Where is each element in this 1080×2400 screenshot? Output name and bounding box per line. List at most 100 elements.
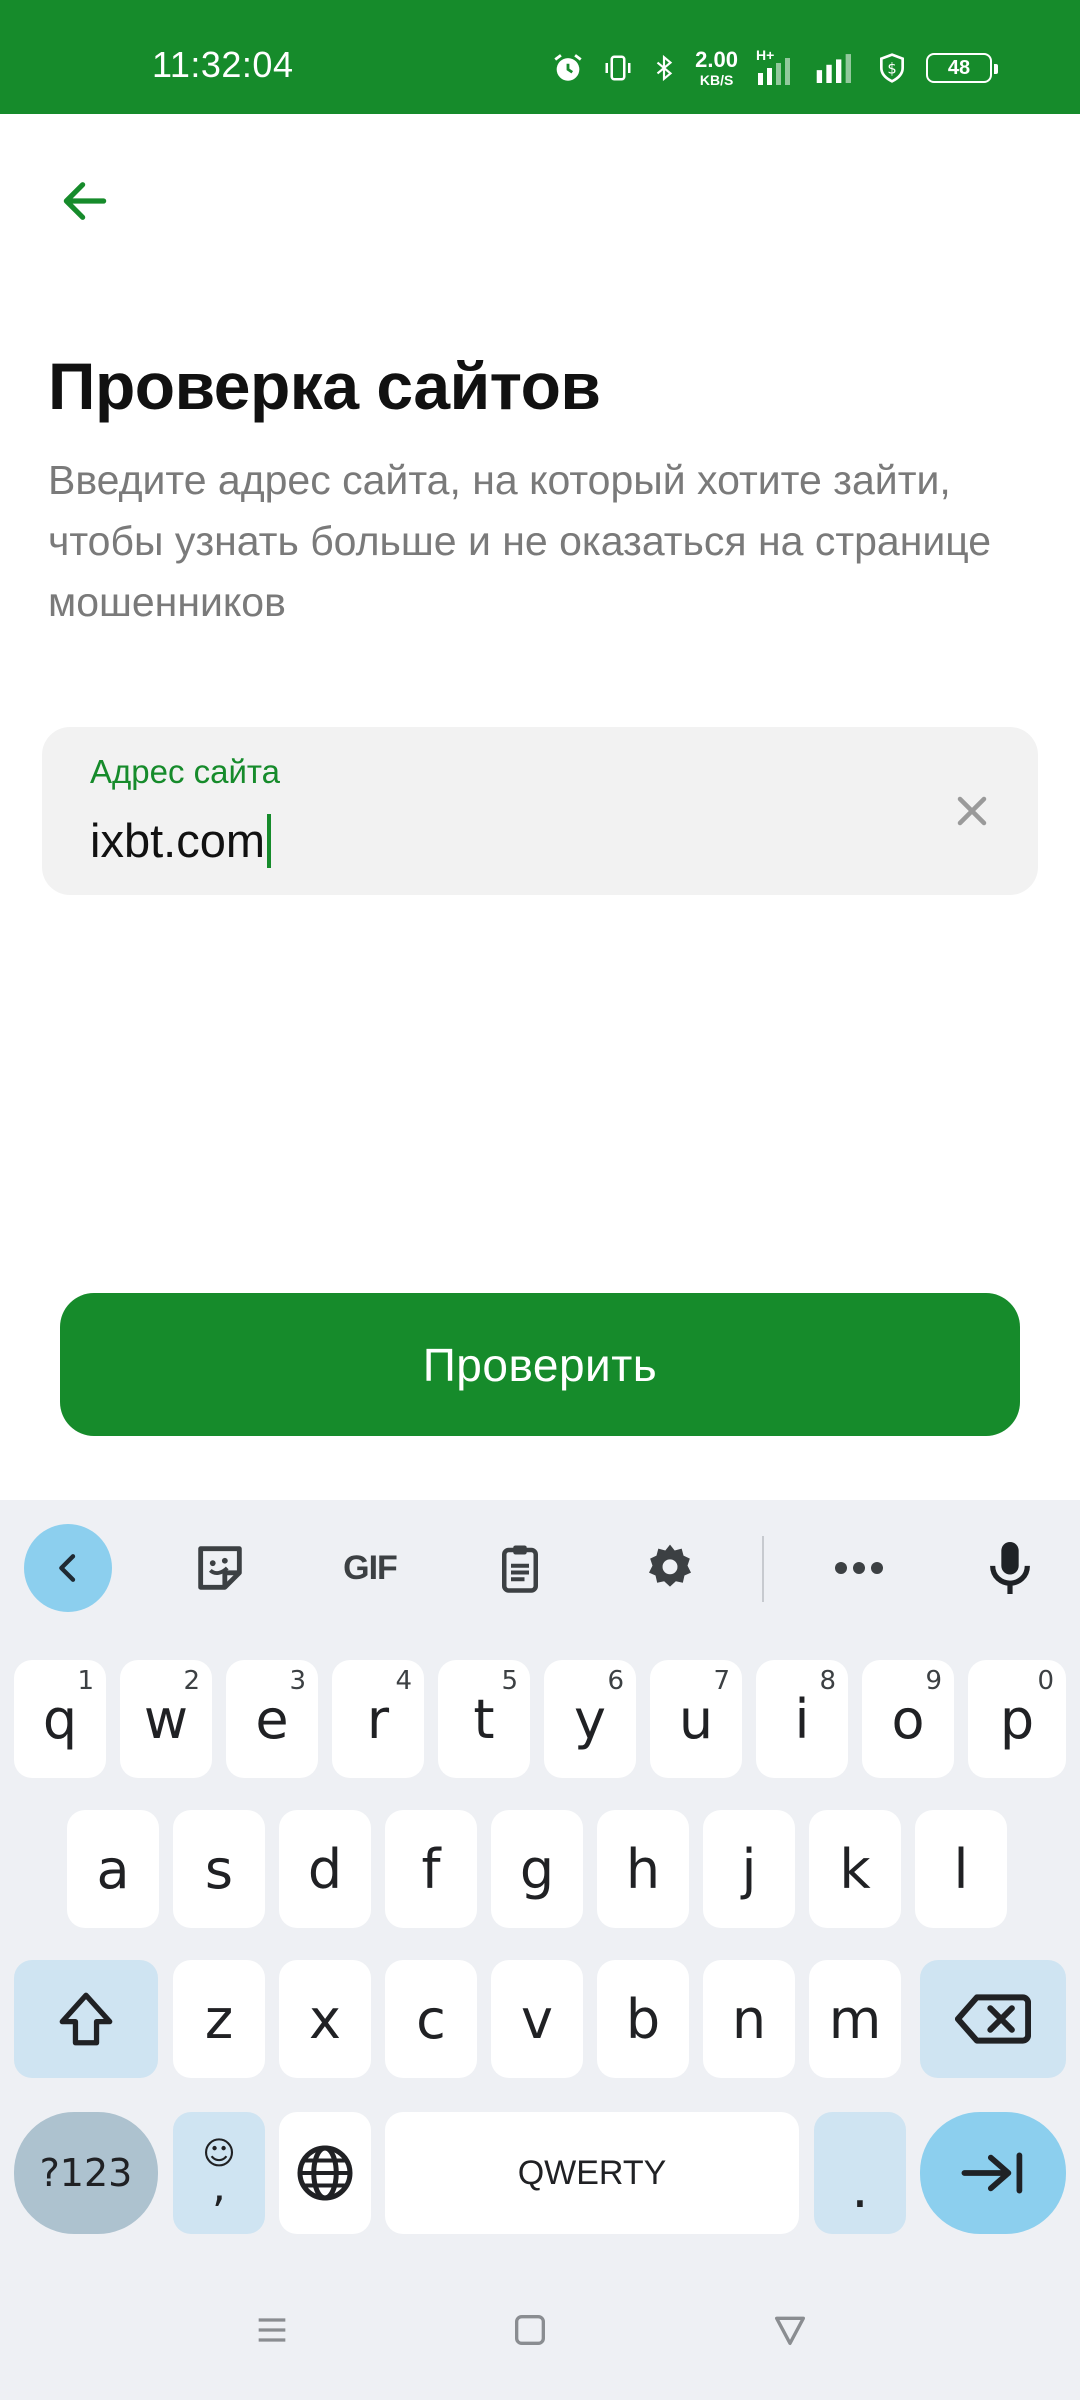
key-w[interactable]: w2 (120, 1660, 212, 1778)
key-l[interactable]: l (915, 1810, 1007, 1928)
microphone-icon (990, 1542, 1030, 1594)
key-i[interactable]: i8 (756, 1660, 848, 1778)
key-hint: 5 (501, 1666, 518, 1696)
key-k[interactable]: k (809, 1810, 901, 1928)
key-label: w (143, 1687, 189, 1751)
triangle-back-icon (775, 2316, 805, 2345)
toolbar-divider (762, 1536, 764, 1602)
status-bar: 11:32:04 2.00 KB/S H+ $ 48 (0, 0, 1080, 114)
network-speed-unit: KB/S (699, 72, 734, 88)
key-v[interactable]: v (491, 1960, 583, 2078)
gif-button[interactable]: GIF (326, 1524, 414, 1612)
period-key[interactable]: . (814, 2112, 906, 2234)
bluetooth-icon (656, 54, 673, 82)
key-b[interactable]: b (597, 1960, 689, 2078)
key-label: o (891, 1687, 925, 1751)
key-c[interactable]: c (385, 1960, 477, 2078)
sticker-button[interactable] (176, 1524, 264, 1612)
emoji-comma-key[interactable]: ☺ , (173, 2112, 265, 2234)
backspace-key[interactable] (920, 1960, 1066, 2078)
page-title: Проверка сайтов (48, 349, 601, 423)
key-u[interactable]: u7 (650, 1660, 742, 1778)
signal-2-icon (816, 54, 851, 83)
home-nav-button[interactable] (500, 2300, 560, 2360)
key-hint: 8 (819, 1666, 836, 1696)
signal-icon (758, 58, 790, 85)
tab-arrow-icon (961, 2152, 1023, 2194)
key-label: u (678, 1687, 714, 1751)
shield-dollar-icon: $ (880, 53, 904, 83)
vibrate-icon (605, 55, 631, 81)
square-icon (515, 2315, 545, 2345)
gif-label: GIF (343, 1548, 398, 1587)
close-icon (957, 796, 987, 826)
status-time: 11:32:04 (152, 44, 294, 85)
key-y[interactable]: y6 (544, 1660, 636, 1778)
address-field[interactable]: Адрес сайта ixbt.com (42, 727, 1038, 895)
globe-icon (297, 2145, 353, 2201)
signal-1: H+ (756, 47, 796, 85)
key-g[interactable]: g (491, 1810, 583, 1928)
key-e[interactable]: e3 (226, 1660, 318, 1778)
comma-label: , (212, 2161, 226, 2212)
clear-button[interactable] (946, 785, 998, 837)
language-key[interactable] (279, 2112, 371, 2234)
key-label: y (574, 1687, 606, 1751)
gear-icon (649, 1544, 691, 1587)
key-r[interactable]: r4 (332, 1660, 424, 1778)
key-hint: 7 (713, 1666, 730, 1696)
key-label: e (255, 1687, 289, 1751)
space-key[interactable]: QWERTY (385, 2112, 799, 2234)
clipboard-button[interactable] (476, 1524, 564, 1612)
key-d[interactable]: d (279, 1810, 371, 1928)
key-hint: 3 (289, 1666, 306, 1696)
key-p[interactable]: p0 (968, 1660, 1066, 1778)
key-a[interactable]: a (67, 1810, 159, 1928)
svg-text:$: $ (887, 60, 896, 77)
key-j[interactable]: j (703, 1810, 795, 1928)
shift-icon (59, 1992, 113, 2046)
address-input[interactable]: ixbt.com (90, 813, 271, 868)
key-f[interactable]: f (385, 1810, 477, 1928)
key-label: i (794, 1687, 810, 1751)
more-button[interactable] (815, 1524, 903, 1612)
key-o[interactable]: o9 (862, 1660, 954, 1778)
menu-icon (258, 2318, 286, 2342)
key-label: r (366, 1687, 390, 1751)
enter-key[interactable] (920, 2112, 1066, 2234)
key-hint: 2 (183, 1666, 200, 1696)
network-speed: 2.00 KB/S (695, 49, 738, 88)
key-s[interactable]: s (173, 1810, 265, 1928)
status-icons: 2.00 KB/S H+ $ 48 (551, 47, 998, 88)
voice-input-button[interactable] (966, 1524, 1054, 1612)
key-label: t (473, 1687, 495, 1751)
key-hint: 0 (1037, 1666, 1054, 1696)
symbols-key[interactable]: ?123 (14, 2112, 158, 2234)
keyboard-toolbar: GIF (0, 1500, 1080, 1635)
back-button[interactable] (50, 166, 120, 236)
key-hint: 6 (607, 1666, 624, 1696)
chevron-left-icon (59, 1554, 76, 1582)
key-label: q (42, 1687, 78, 1751)
key-hint: 1 (77, 1666, 94, 1696)
keyboard-toolbar-back[interactable] (24, 1524, 112, 1612)
key-x[interactable]: x (279, 1960, 371, 2078)
key-z[interactable]: z (173, 1960, 265, 2078)
key-m[interactable]: m (809, 1960, 901, 2078)
text-caret (267, 813, 271, 868)
key-h[interactable]: h (597, 1810, 689, 1928)
more-icon (835, 1562, 883, 1574)
key-hint: 9 (925, 1666, 942, 1696)
back-nav-button[interactable] (760, 2300, 820, 2360)
battery-indicator: 48 (926, 53, 998, 83)
menu-nav-button[interactable] (242, 2300, 302, 2360)
arrow-left-icon (63, 182, 107, 220)
key-n[interactable]: n (703, 1960, 795, 2078)
check-button[interactable]: Проверить (60, 1293, 1020, 1436)
clipboard-icon (502, 1545, 538, 1593)
key-q[interactable]: q1 (14, 1660, 106, 1778)
backspace-icon (955, 1994, 1031, 2044)
key-t[interactable]: t5 (438, 1660, 530, 1778)
keyboard-settings-button[interactable] (626, 1524, 714, 1612)
shift-key[interactable] (14, 1960, 158, 2078)
